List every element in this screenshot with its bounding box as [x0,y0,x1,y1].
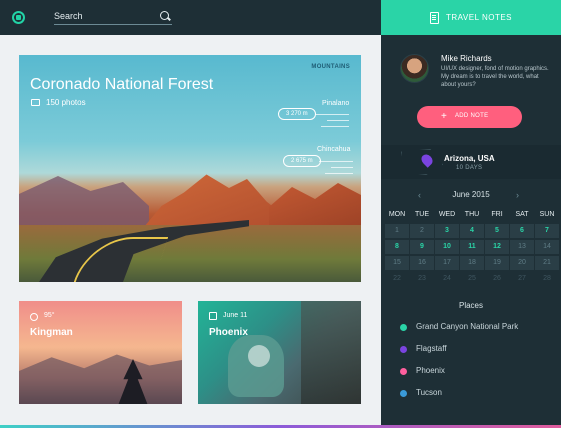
calendar-day[interactable]: 16 [410,256,434,270]
profile-bio: UI/UX designer, fond of motion graphics.… [441,66,549,88]
calendar-day-trip[interactable]: 6 [510,224,534,238]
calendar-day[interactable]: 18 [460,256,484,270]
calendar-day[interactable]: 28 [535,272,559,286]
calendar-day[interactable]: 26 [485,272,509,286]
weekday-label: TUE [415,211,429,218]
add-note-button[interactable]: + ADD NOTE [417,106,522,128]
peak-altitude: 3 270 m [278,108,316,120]
place-dot [400,324,407,331]
chevron-left-icon[interactable]: ‹ [418,190,421,200]
app-frame: Search TRAVEL NOTES Coronado National Fo… [0,0,561,428]
calendar-day-trip[interactable]: 3 [435,224,459,238]
calendar-day[interactable]: 15 [385,256,409,270]
calendar-day[interactable]: 1 [385,224,409,238]
calendar-week: 22 23 24 25 26 27 28 [385,272,561,288]
calendar-day[interactable]: 22 [385,272,409,286]
card-temperature: 95° [44,312,55,319]
sun-icon [30,313,38,321]
calendar-grid: MON TUE WED THU FRI SAT SUN 1 2 3 4 5 6 … [385,208,561,288]
chevron-right-icon[interactable]: › [516,190,519,200]
places-heading: Places [458,301,483,310]
weekday-label: WED [438,211,456,218]
main-content: Coronado National Forest 150 photos MOUN… [0,35,381,428]
logo-icon[interactable] [12,11,25,24]
top-bar: Search [0,0,381,35]
peak-altitude: 2 675 m [283,155,321,167]
card-street [301,301,361,404]
place-name: Grand Canyon National Park [416,322,519,331]
calendar-week: 15 16 17 18 19 20 21 [385,256,561,272]
calendar-icon [209,312,217,320]
plus-icon: + [441,111,447,122]
travel-notes-title: TRAVEL NOTES [446,13,513,22]
location-name: Arizona, USA [444,154,495,163]
card-date: June 11 [223,312,248,319]
calendar-day[interactable]: 13 [510,240,534,254]
altitude-lines [315,114,349,136]
hero-title: Coronado National Forest [30,76,214,93]
calendar-week: 8 9 10 11 12 13 14 [385,240,561,256]
card-phoenix[interactable]: June 11 Phoenix [198,301,361,404]
calendar-day-trip[interactable]: 12 [485,240,509,254]
calendar-day[interactable]: 25 [460,272,484,286]
card-title: Kingman [30,327,73,338]
avatar[interactable] [400,54,429,83]
calendar-day[interactable]: 20 [510,256,534,270]
card-mountains [19,354,182,404]
calendar-day[interactable]: 2 [410,224,434,238]
calendar-day-trip[interactable]: 9 [410,240,434,254]
calendar-day-trip[interactable]: 8 [385,240,409,254]
calendar-day[interactable]: 19 [485,256,509,270]
peak-name: Chincahua [317,146,351,153]
calendar-day[interactable]: 27 [510,272,534,286]
trip-duration: 10 DAYS [456,165,483,171]
calendar-day-trip[interactable]: 10 [435,240,459,254]
photo-count[interactable]: 150 photos [46,98,86,107]
travel-notes-header[interactable]: TRAVEL NOTES [381,0,561,35]
hero-card[interactable]: Coronado National Forest 150 photos MOUN… [19,55,361,282]
hero-hills [19,176,149,230]
calendar-day[interactable]: 17 [435,256,459,270]
calendar-month: June 2015 [452,190,490,199]
notes-icon [430,12,439,24]
card-title: Phoenix [209,327,248,338]
calendar-day[interactable]: 24 [435,272,459,286]
calendar-day-trip[interactable]: 11 [460,240,484,254]
weekday-label: THU [464,211,480,218]
place-dot [400,390,407,397]
search-input[interactable]: Search [54,11,83,21]
location-band: Arizona, USA 10 DAYS [381,145,561,179]
place-name: Tucson [416,388,442,397]
calendar-day[interactable]: 21 [535,256,559,270]
weekday-label: FRI [491,211,503,218]
calendar-day[interactable]: 14 [535,240,559,254]
profile-name: Mike Richards [441,54,492,63]
photos-icon [31,99,40,106]
calendar-week: 1 2 3 4 5 6 7 [385,224,561,240]
card-kingman[interactable]: 95° Kingman [19,301,182,404]
calendar-weekdays: MON TUE WED THU FRI SAT SUN [385,208,561,224]
place-dot [400,346,407,353]
calendar-day-trip[interactable]: 7 [535,224,559,238]
sidebar: Mike Richards UI/UX designer, fond of mo… [381,35,561,428]
card-lamp [248,345,270,367]
calendar-day[interactable]: 23 [410,272,434,286]
place-name: Phoenix [416,366,445,375]
calendar-day-trip[interactable]: 5 [485,224,509,238]
search-field[interactable]: Search [54,10,172,25]
weekday-label: SUN [539,211,555,218]
peak-name: Pinalano [322,100,350,107]
calendar-day-trip[interactable]: 4 [460,224,484,238]
weekday-label: SAT [515,211,529,218]
place-dot [400,368,407,375]
search-icon[interactable] [160,11,169,20]
category-tag: MOUNTAINS [311,64,350,70]
weekday-label: MON [388,211,406,218]
place-name: Flagstaff [416,344,447,353]
altitude-lines [319,161,353,183]
add-note-label: ADD NOTE [455,113,489,119]
